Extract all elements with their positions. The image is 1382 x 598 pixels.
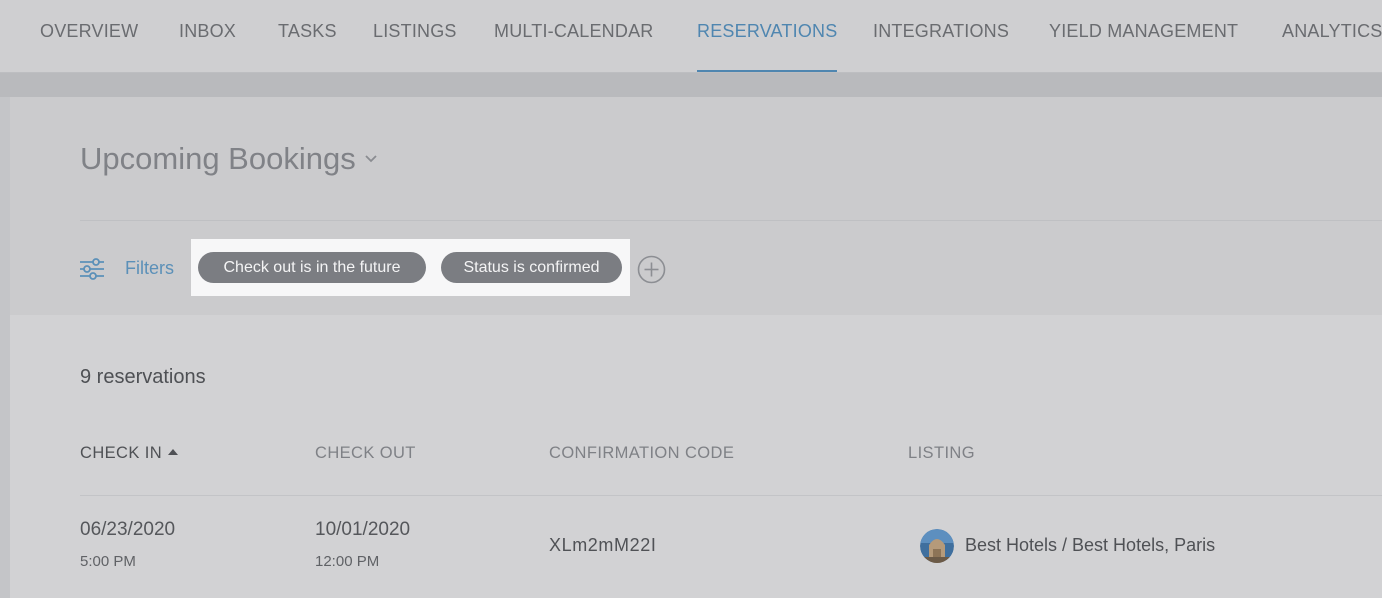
view-title[interactable]: Upcoming Bookings bbox=[80, 141, 356, 177]
chevron-down-icon[interactable] bbox=[363, 151, 379, 167]
plus-circle-icon[interactable] bbox=[637, 255, 666, 284]
check-out-date: 10/01/2020 bbox=[315, 519, 411, 540]
view-header: Upcoming Bookings Filters Check out is i… bbox=[10, 97, 1382, 315]
tab-analytics[interactable]: ANALYTICS bbox=[1282, 0, 1382, 72]
column-header-listing[interactable]: LISTING bbox=[908, 444, 975, 463]
check-in-date: 06/23/2020 bbox=[80, 519, 176, 540]
nav-shadow-band bbox=[0, 73, 1382, 97]
check-in-time: 5:00 PM bbox=[80, 553, 136, 570]
filters-link[interactable]: Filters bbox=[125, 258, 174, 279]
tab-reservations[interactable]: RESERVATIONS bbox=[697, 0, 838, 72]
sliders-icon[interactable] bbox=[78, 257, 106, 281]
filter-chip-status-confirmed[interactable]: Status is confirmed bbox=[441, 252, 622, 283]
tab-reservations-label: RESERVATIONS bbox=[697, 21, 838, 41]
tab-tasks[interactable]: TASKS bbox=[278, 0, 337, 72]
column-header-check-in[interactable]: CHECK IN bbox=[80, 444, 179, 463]
tab-multi-calendar[interactable]: MULTI-CALENDAR bbox=[494, 0, 653, 72]
filter-chip-checkout-future[interactable]: Check out is in the future bbox=[198, 252, 426, 283]
tab-integrations[interactable]: INTEGRATIONS bbox=[873, 0, 1009, 72]
table-header-divider bbox=[80, 495, 1382, 496]
reservations-panel: Upcoming Bookings Filters Check out is i… bbox=[10, 97, 1382, 598]
sort-ascending-icon bbox=[168, 449, 179, 455]
column-header-confirmation-code[interactable]: CONFIRMATION CODE bbox=[549, 444, 734, 463]
header-divider bbox=[80, 220, 1382, 221]
column-header-check-out[interactable]: CHECK OUT bbox=[315, 444, 416, 463]
top-navigation: OVERVIEW INBOX TASKS LISTINGS MULTI-CALE… bbox=[0, 0, 1382, 73]
tab-inbox[interactable]: INBOX bbox=[179, 0, 236, 72]
tab-listings[interactable]: LISTINGS bbox=[373, 0, 457, 72]
listing-thumbnail-icon bbox=[920, 529, 954, 563]
check-out-time: 12:00 PM bbox=[315, 553, 380, 570]
reservation-count: 9 reservations bbox=[80, 366, 206, 388]
tab-yield-management[interactable]: YIELD MANAGEMENT bbox=[1049, 0, 1238, 72]
confirmation-code: XLm2mM22I bbox=[549, 535, 657, 555]
listing-link[interactable]: Best Hotels / Best Hotels, Paris bbox=[965, 535, 1215, 556]
tab-overview[interactable]: OVERVIEW bbox=[40, 0, 138, 72]
column-header-check-in-label: CHECK IN bbox=[80, 444, 163, 462]
